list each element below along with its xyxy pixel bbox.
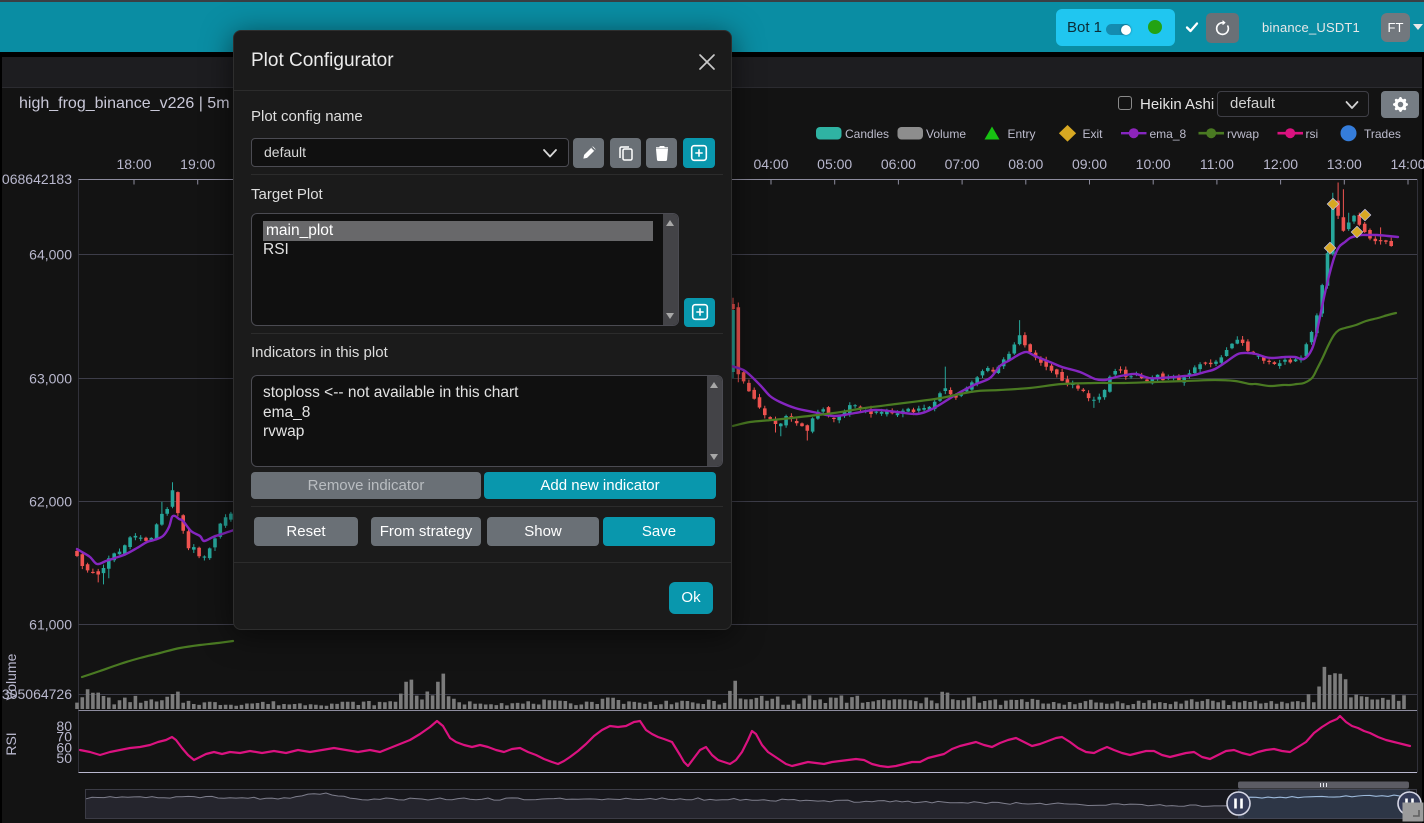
svg-text:14:00: 14:00	[1390, 156, 1424, 172]
svg-text:18:00: 18:00	[116, 156, 151, 172]
svg-text:high_frog_binance_v226 | 5m: high_frog_binance_v226 | 5m	[19, 95, 230, 112]
svg-text:12:00: 12:00	[1263, 156, 1298, 172]
svg-text:07:00: 07:00	[945, 156, 980, 172]
svg-text:Exit: Exit	[1083, 127, 1104, 141]
svg-text:Entry: Entry	[1008, 127, 1036, 141]
svg-text:Trades: Trades	[1364, 127, 1401, 141]
svg-text:ema_8: ema_8	[1150, 127, 1187, 141]
svg-text:11:00: 11:00	[1200, 156, 1234, 172]
svg-text:04:00: 04:00	[753, 156, 788, 172]
svg-text:rvwap: rvwap	[1227, 127, 1259, 141]
svg-text:64,000: 64,000	[29, 247, 72, 263]
svg-text:rsi: rsi	[1306, 127, 1319, 141]
svg-text:Volume: Volume	[926, 127, 966, 141]
svg-text:Candles: Candles	[845, 127, 889, 141]
svg-text:Volume: Volume	[3, 653, 19, 700]
svg-text:06:00: 06:00	[881, 156, 916, 172]
svg-text:63,000: 63,000	[29, 371, 72, 387]
svg-text:62,000: 62,000	[29, 494, 72, 510]
svg-text:RSI: RSI	[3, 732, 19, 755]
svg-text:50: 50	[56, 750, 72, 766]
svg-text:61,000: 61,000	[29, 617, 72, 633]
svg-text:10:00: 10:00	[1136, 156, 1171, 172]
svg-text:068642183: 068642183	[2, 171, 72, 187]
svg-text:08:00: 08:00	[1008, 156, 1043, 172]
svg-text:13:00: 13:00	[1327, 156, 1362, 172]
svg-text:19:00: 19:00	[180, 156, 215, 172]
svg-text:05:00: 05:00	[817, 156, 852, 172]
svg-text:09:00: 09:00	[1072, 156, 1107, 172]
